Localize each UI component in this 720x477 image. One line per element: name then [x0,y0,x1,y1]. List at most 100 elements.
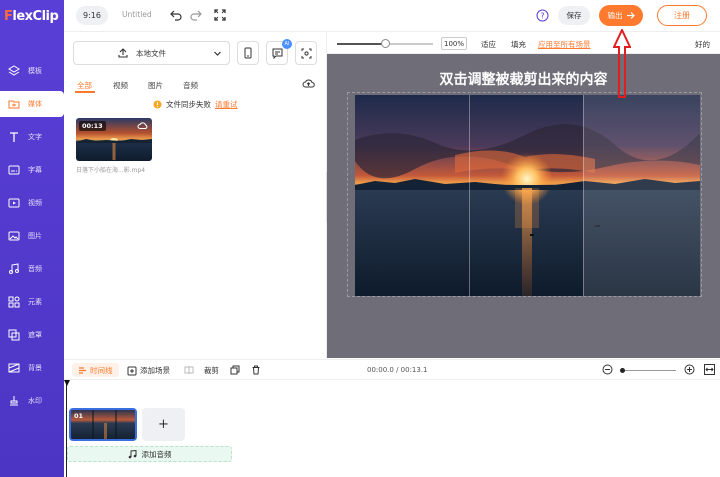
zoom-in-icon[interactable] [684,364,695,375]
sidebar-item-label: 媒体 [28,100,42,108]
subtitle-icon [8,165,20,175]
add-scene-button[interactable]: 添加场景 [127,365,170,376]
register-button[interactable]: 注册 [657,5,707,26]
mask-icon [8,329,20,341]
zoom-slider-fill [337,43,385,45]
playhead-handle[interactable] [64,380,70,386]
tab-images[interactable]: 图片 [148,80,163,91]
timeline-icon [79,366,86,374]
sidebar-item-label: 背景 [28,364,42,372]
timeline-toggle-button[interactable]: 时间线 [72,363,119,377]
scan-button[interactable] [295,41,317,65]
sidebar-item-elements[interactable]: 元素 [0,289,64,315]
sidebar-item-watermark[interactable]: 水印 [0,388,64,414]
chat-icon [272,48,282,59]
tab-video[interactable]: 视频 [113,80,128,91]
crop-guide-left [469,95,470,296]
playhead[interactable] [64,380,70,477]
fullscreen-icon[interactable] [214,9,226,21]
sidebar-item-images[interactable]: 图片 [0,223,64,249]
help-icon[interactable]: ? [536,9,549,22]
sidebar-item-label: 元素 [28,298,42,306]
annotation-arrow-icon [613,29,631,98]
music-note-icon [128,449,136,458]
thumbnail-duration: 00:13 [79,121,106,131]
arrow-right-icon [626,12,635,19]
aspect-ratio-button[interactable]: 9:16 [76,6,108,25]
music-icon [9,263,19,274]
crop-hint: 双击调整被裁剪出来的内容 [439,72,608,88]
phone-icon [244,47,252,59]
apply-all-scenes-link[interactable]: 应用至所有场景 [538,39,591,50]
sidebar-item-label: 视频 [28,199,42,207]
timeline-zoom-handle[interactable] [620,368,625,373]
sidebar-item-background[interactable]: 背景 [0,355,64,381]
sync-warning-text: 文件同步失败 [166,100,211,109]
watermark-icon [10,396,18,406]
media-thumbnail[interactable]: 00:13 [76,118,152,161]
sidebar-item-masks[interactable]: 遮罩 [0,322,64,348]
sidebar: FlexClip 模板 媒体 文字 字幕 视频 图片 音频 元素 遮罩 背景 水… [0,0,64,477]
trash-icon[interactable] [251,365,261,375]
top-bar: 9:16 Untitled ? 保存 输出 注册 [64,0,720,32]
local-file-dropdown[interactable] [206,41,230,65]
add-audio-label: 添加音频 [141,449,172,459]
scene-clip[interactable]: 01 [69,408,137,441]
shapes-icon [8,296,20,308]
zoom-level[interactable]: 100% [441,37,467,50]
sidebar-item-media[interactable]: 媒体 [0,91,64,117]
cloud-sync-icon [137,122,148,129]
crop-overlay [583,95,700,296]
timeline-zoom-track[interactable] [622,370,676,371]
phone-upload-button[interactable] [237,41,259,65]
redo-icon[interactable] [190,9,202,21]
zoom-out-icon[interactable] [602,364,613,375]
fill-button[interactable]: 填充 [511,39,526,50]
save-button[interactable]: 保存 [558,6,590,25]
background-icon [8,363,20,373]
scan-icon [301,48,311,58]
export-button[interactable]: 输出 [599,5,643,26]
sidebar-item-label: 图片 [28,232,42,240]
cloud-upload-icon[interactable] [302,78,315,89]
active-tab-indicator [75,91,95,93]
preview-stage[interactable]: 双击调整被裁剪出来的内容 [327,54,720,358]
zoom-slider-handle[interactable] [381,39,390,48]
ok-button[interactable]: 好的 [695,39,710,50]
sidebar-item-video[interactable]: 视频 [0,190,64,216]
folder-icon [8,100,20,109]
add-audio-track[interactable]: 添加音频 [67,446,232,462]
flexclip-logo[interactable]: FlexClip [4,9,60,24]
chevron-down-icon [214,51,221,56]
timeline[interactable]: 01 + 添加音频 [64,380,720,477]
svg-text:?: ? [540,11,544,20]
tab-audio[interactable]: 音频 [183,80,198,91]
tab-all[interactable]: 全部 [77,80,92,91]
timecode: 00:00.0 / 00:13.1 [367,366,428,374]
sidebar-item-label: 字幕 [28,166,42,174]
sidebar-item-label: 遮罩 [28,331,42,339]
timeline-toolbar: 时间线 添加场景 裁剪 00:00.0 / 00:13.1 [64,359,720,380]
local-file-label: 本地文件 [136,48,166,58]
warning-icon [153,100,162,109]
add-scene-tile[interactable]: + [142,408,185,441]
crop-button[interactable]: 裁剪 [204,365,219,376]
fit-timeline-icon[interactable] [704,364,715,375]
add-scene-label: 添加场景 [140,366,170,375]
sidebar-item-text[interactable]: 文字 [0,124,64,150]
sidebar-item-subtitles[interactable]: 字幕 [0,157,64,183]
ai-badge: AI [282,39,292,49]
sync-warning: 文件同步失败 请重试 [153,99,238,110]
project-title[interactable]: Untitled [122,10,152,19]
add-scene-icon [127,366,137,375]
retry-link[interactable]: 请重试 [215,99,238,110]
video-icon [8,198,20,208]
sidebar-item-audio[interactable]: 音频 [0,256,64,282]
sidebar-item-templates[interactable]: 模板 [0,58,64,84]
split-icon[interactable] [184,365,194,375]
duplicate-icon[interactable] [230,365,240,375]
fit-button[interactable]: 适应 [481,39,496,50]
export-label: 输出 [607,11,623,20]
undo-icon[interactable] [170,9,182,21]
timeline-label: 时间线 [90,365,113,375]
